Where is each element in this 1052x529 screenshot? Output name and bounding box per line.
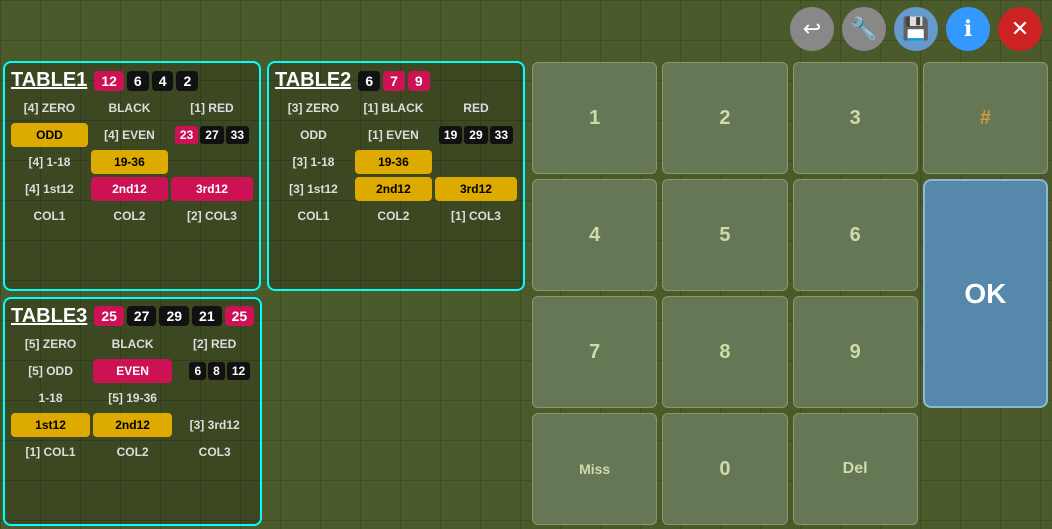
table-cell: 3rd12 [171, 177, 253, 201]
table-cell: ODD [275, 123, 352, 147]
table-cell: [3] 1-18 [275, 150, 352, 174]
table-cell: COL1 [275, 204, 352, 228]
table-cell [435, 150, 517, 174]
table-cell: 2nd12 [93, 413, 172, 437]
numpad-miss[interactable]: Miss [532, 413, 657, 525]
table1-badge-1: 12 [94, 71, 124, 91]
numpad-9[interactable]: 9 [793, 296, 918, 408]
table-cell: 23 27 33 [171, 123, 253, 147]
close-button[interactable]: ✕ [998, 7, 1042, 51]
table-cell: 2nd12 [355, 177, 432, 201]
table3-grid: [5] ZERO BLACK [2] RED [5] ODD EVEN 6 8 … [11, 332, 254, 464]
table-cell: [3] 1st12 [275, 177, 352, 201]
numpad-hash[interactable]: # [923, 62, 1048, 174]
table-cell: [2] RED [175, 332, 254, 356]
table-cell: 19 29 33 [435, 123, 517, 147]
table-top-row: TABLE1 12 6 4 2 [4] ZERO BLACK [1] RED O… [0, 58, 528, 294]
table-cell: BLACK [91, 96, 168, 120]
numpad-4[interactable]: 4 [532, 179, 657, 291]
table-cell: [5] ZERO [11, 332, 90, 356]
ok-button[interactable]: OK [923, 179, 1048, 408]
table1-panel: TABLE1 12 6 4 2 [4] ZERO BLACK [1] RED O… [3, 61, 261, 291]
save-button[interactable]: 💾 [894, 7, 938, 51]
table-cell: [3] ZERO [275, 96, 352, 120]
table-cell: 6 8 12 [175, 359, 254, 383]
numpad-3[interactable]: 3 [793, 62, 918, 174]
table1-badge-3: 4 [152, 71, 174, 91]
back-button[interactable]: ↩ [790, 7, 834, 51]
table-cell: 19-36 [91, 150, 168, 174]
table3-badge-4: 21 [192, 306, 222, 326]
table-cell: EVEN [93, 359, 172, 383]
numpad-6[interactable]: 6 [793, 179, 918, 291]
table-cell: 19-36 [355, 150, 432, 174]
table3-badge-1: 25 [94, 306, 124, 326]
table-cell: [3] 3rd12 [175, 413, 254, 437]
main-area: TABLE1 12 6 4 2 [4] ZERO BLACK [1] RED O… [0, 58, 1052, 529]
table-cell: [4] 1-18 [11, 150, 88, 174]
numpad-0[interactable]: 0 [662, 413, 787, 525]
table4-placeholder [268, 297, 525, 527]
table-cell: COL2 [355, 204, 432, 228]
table2-panel: TABLE2 6 7 9 [3] ZERO [1] BLACK RED ODD … [267, 61, 525, 291]
table-cell: [4] EVEN [91, 123, 168, 147]
table-cell: COL3 [175, 440, 254, 464]
table-cell: RED [435, 96, 517, 120]
numpad-grid: 1 2 3 # 4 5 6 OK 7 8 9 Miss 0 Del [532, 62, 1048, 525]
table-cell: [5] 19-36 [93, 386, 172, 410]
table-cell: [1] RED [171, 96, 253, 120]
table1-title: TABLE1 [11, 69, 87, 92]
table-cell: [1] EVEN [355, 123, 432, 147]
table1-badge-2: 6 [127, 71, 149, 91]
table-cell: 1st12 [11, 413, 90, 437]
table-cell: 1-18 [11, 386, 90, 410]
table3-badge-5: 25 [225, 306, 255, 326]
table-cell [175, 386, 254, 410]
table-cell: [2] COL3 [171, 204, 253, 228]
table-cell: COL1 [11, 204, 88, 228]
numpad-area: 1 2 3 # 4 5 6 OK 7 8 9 Miss 0 Del [528, 58, 1052, 529]
table-cell: [1] COL3 [435, 204, 517, 228]
table2-grid: [3] ZERO [1] BLACK RED ODD [1] EVEN 19 2… [275, 96, 517, 228]
tables-area: TABLE1 12 6 4 2 [4] ZERO BLACK [1] RED O… [0, 58, 528, 529]
numpad-7[interactable]: 7 [532, 296, 657, 408]
numpad-5[interactable]: 5 [662, 179, 787, 291]
table-cell: COL2 [93, 440, 172, 464]
table-cell: [1] BLACK [355, 96, 432, 120]
table2-header: TABLE2 6 7 9 [275, 69, 517, 92]
table3-badge-3: 29 [159, 306, 189, 326]
table2-badge-2: 7 [383, 71, 405, 91]
table2-badge-3: 9 [408, 71, 430, 91]
table-cell: BLACK [93, 332, 172, 356]
table-cell: 2nd12 [91, 177, 168, 201]
table1-header: TABLE1 12 6 4 2 [11, 69, 253, 92]
numpad-2[interactable]: 2 [662, 62, 787, 174]
table2-title: TABLE2 [275, 69, 351, 92]
table-cell: [4] ZERO [11, 96, 88, 120]
table-bottom-row: TABLE3 25 27 29 21 25 [5] ZERO BLACK [2]… [0, 294, 528, 529]
table-cell: ODD [11, 123, 88, 147]
table2-badge-1: 6 [358, 71, 380, 91]
table-cell: [4] 1st12 [11, 177, 88, 201]
table3-title: TABLE3 [11, 305, 87, 328]
table3-badge-2: 27 [127, 306, 157, 326]
table-cell: COL2 [91, 204, 168, 228]
numpad-del[interactable]: Del [793, 413, 918, 525]
table3-header: TABLE3 25 27 29 21 25 [11, 305, 254, 328]
table3-panel: TABLE3 25 27 29 21 25 [5] ZERO BLACK [2]… [3, 297, 262, 527]
table-cell: 3rd12 [435, 177, 517, 201]
table-cell: [5] ODD [11, 359, 90, 383]
settings-button[interactable]: 🔧 [842, 7, 886, 51]
table1-grid: [4] ZERO BLACK [1] RED ODD [4] EVEN 23 2… [11, 96, 253, 228]
table-cell: [1] COL1 [11, 440, 90, 464]
table1-badge-4: 2 [176, 71, 198, 91]
numpad-8[interactable]: 8 [662, 296, 787, 408]
table-cell [171, 150, 253, 174]
toolbar: ↩ 🔧 💾 ℹ ✕ [790, 0, 1052, 58]
info-button[interactable]: ℹ [946, 7, 990, 51]
numpad-1[interactable]: 1 [532, 62, 657, 174]
